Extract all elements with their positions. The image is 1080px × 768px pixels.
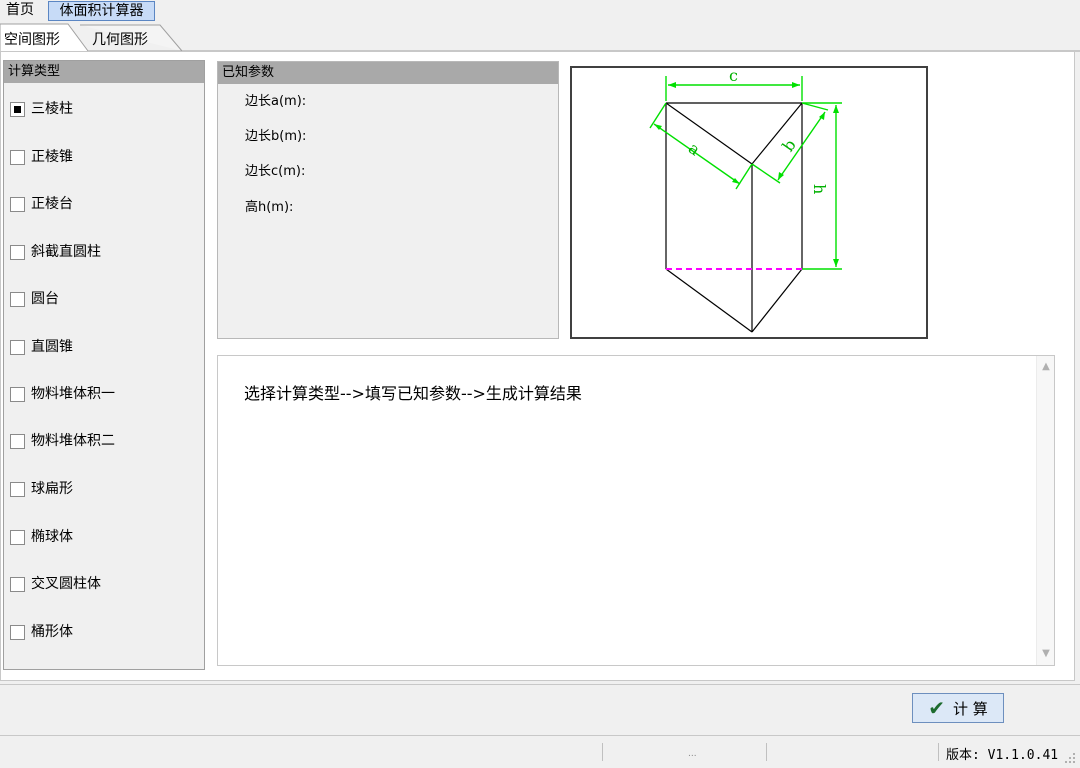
type-option[interactable]: 椭球体: [10, 527, 73, 547]
type-option-label: 物料堆体积二: [31, 433, 115, 449]
checkbox[interactable]: [10, 624, 25, 640]
status-dots: ...: [688, 749, 697, 759]
type-option[interactable]: 正棱锥: [10, 147, 73, 167]
scroll-down-icon[interactable]: ▼: [1037, 645, 1055, 663]
type-option[interactable]: 正棱台: [10, 194, 73, 214]
checkbox[interactable]: [10, 576, 25, 592]
known-params-title: 已知参数: [218, 62, 558, 84]
checkbox[interactable]: [10, 481, 25, 497]
type-option[interactable]: 桶形体: [10, 622, 73, 642]
triangular-prism-figure: c a b h: [649, 66, 842, 333]
sub-tab-strip: 空间图形 几何图形: [0, 22, 1080, 52]
type-option[interactable]: 斜截直圆柱: [10, 242, 101, 262]
type-option-label: 球扁形: [31, 481, 73, 497]
type-option-label: 交叉圆柱体: [31, 576, 101, 592]
type-option[interactable]: 三棱柱: [10, 99, 73, 119]
param-label-a: 边长a(m):: [245, 94, 307, 109]
menu-home[interactable]: 首页: [0, 1, 40, 21]
dim-label-h: h: [810, 184, 829, 194]
type-option[interactable]: 物料堆体积一: [10, 384, 115, 404]
menu-bar: 首页 体面积计算器: [0, 0, 1080, 22]
param-label-b: 边长b(m):: [245, 129, 307, 144]
checkbox[interactable]: [10, 386, 25, 402]
checkbox[interactable]: [10, 291, 25, 307]
checkmark-icon: ✔: [928, 696, 945, 720]
tab-shapes: [0, 23, 1080, 52]
checkbox-checked[interactable]: [10, 101, 25, 117]
type-option-label: 正棱锥: [31, 149, 73, 165]
type-option-label: 圆台: [31, 291, 59, 307]
known-params-panel: 已知参数 边长a(m): 边长b(m): 边长c(m): 高h(m):: [217, 61, 559, 339]
status-separator: [938, 743, 939, 761]
tab-geometry-shapes[interactable]: 几何图形: [92, 29, 148, 49]
checkbox[interactable]: [10, 529, 25, 545]
type-option-label: 椭球体: [31, 529, 73, 545]
action-bar: ✔ 计 算: [0, 684, 1080, 736]
type-option[interactable]: 物料堆体积二: [10, 431, 115, 451]
param-label-c: 边长c(m):: [245, 164, 306, 179]
type-option-label: 三棱柱: [31, 101, 73, 117]
calculate-button[interactable]: ✔ 计 算: [912, 693, 1004, 723]
checkbox[interactable]: [10, 339, 25, 355]
result-scrollbar[interactable]: ▲ ▼: [1036, 356, 1054, 665]
checkbox[interactable]: [10, 244, 25, 260]
status-separator: [766, 743, 767, 761]
status-separator: [602, 743, 603, 761]
dim-label-c: c: [729, 68, 738, 85]
type-option[interactable]: 圆台: [10, 289, 59, 309]
calc-type-panel: 计算类型 三棱柱 正棱锥 正棱台 斜截直圆柱 圆台 直圆锥 物料堆体积一 物料堆…: [3, 60, 205, 670]
type-option-label: 正棱台: [31, 196, 73, 212]
type-option[interactable]: 球扁形: [10, 479, 73, 499]
menu-calculator[interactable]: 体面积计算器: [48, 1, 155, 21]
checkbox[interactable]: [10, 196, 25, 212]
calculate-button-label: 计 算: [952, 699, 988, 718]
result-hint: 选择计算类型-->填写已知参数-->生成计算结果: [244, 384, 582, 403]
version-label: 版本: V1.1.0.41: [946, 748, 1059, 763]
type-option[interactable]: 直圆锥: [10, 337, 73, 357]
param-label-h: 高h(m):: [245, 200, 294, 215]
type-option-label: 桶形体: [31, 624, 73, 640]
prism-diagram: c a b h: [570, 66, 928, 339]
resize-grip-icon[interactable]: [1064, 752, 1076, 764]
checkbox[interactable]: [10, 433, 25, 449]
scroll-up-icon[interactable]: ▲: [1037, 358, 1055, 376]
type-option-label: 直圆锥: [31, 339, 73, 355]
result-textarea[interactable]: 选择计算类型-->填写已知参数-->生成计算结果 ▲ ▼: [217, 355, 1055, 666]
type-option-label: 斜截直圆柱: [31, 244, 101, 260]
checkbox[interactable]: [10, 149, 25, 165]
calc-type-title: 计算类型: [4, 61, 204, 83]
tab-space-shapes[interactable]: 空间图形: [4, 29, 60, 49]
status-bar: ... 版本: V1.1.0.41: [0, 737, 1080, 768]
type-option-label: 物料堆体积一: [31, 386, 115, 402]
type-option[interactable]: 交叉圆柱体: [10, 574, 101, 594]
